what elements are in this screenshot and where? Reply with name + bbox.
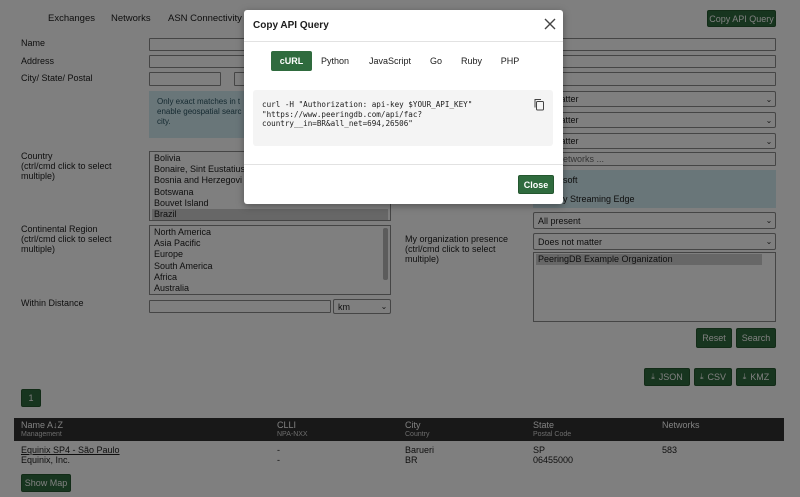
modal-header: Copy API Query <box>244 10 563 42</box>
copy-api-query-modal: Copy API Query cURL Python JavaScript Go… <box>244 10 563 204</box>
modal-footer: Close <box>244 164 563 194</box>
tab-ruby[interactable]: Ruby <box>454 51 489 71</box>
tab-curl[interactable]: cURL <box>271 51 312 71</box>
close-button[interactable]: Close <box>518 175 554 194</box>
copy-icon[interactable] <box>533 98 545 111</box>
tab-javascript[interactable]: JavaScript <box>363 51 417 71</box>
modal-title: Copy API Query <box>253 20 329 31</box>
tab-go[interactable]: Go <box>422 51 450 71</box>
tab-php[interactable]: PHP <box>493 51 527 71</box>
code-snippet: curl -H "Authorization: api-key $YOUR_AP… <box>262 100 473 128</box>
close-icon[interactable] <box>543 17 557 31</box>
code-snippet-box: curl -H "Authorization: api-key $YOUR_AP… <box>253 90 553 146</box>
tab-python[interactable]: Python <box>315 51 355 71</box>
